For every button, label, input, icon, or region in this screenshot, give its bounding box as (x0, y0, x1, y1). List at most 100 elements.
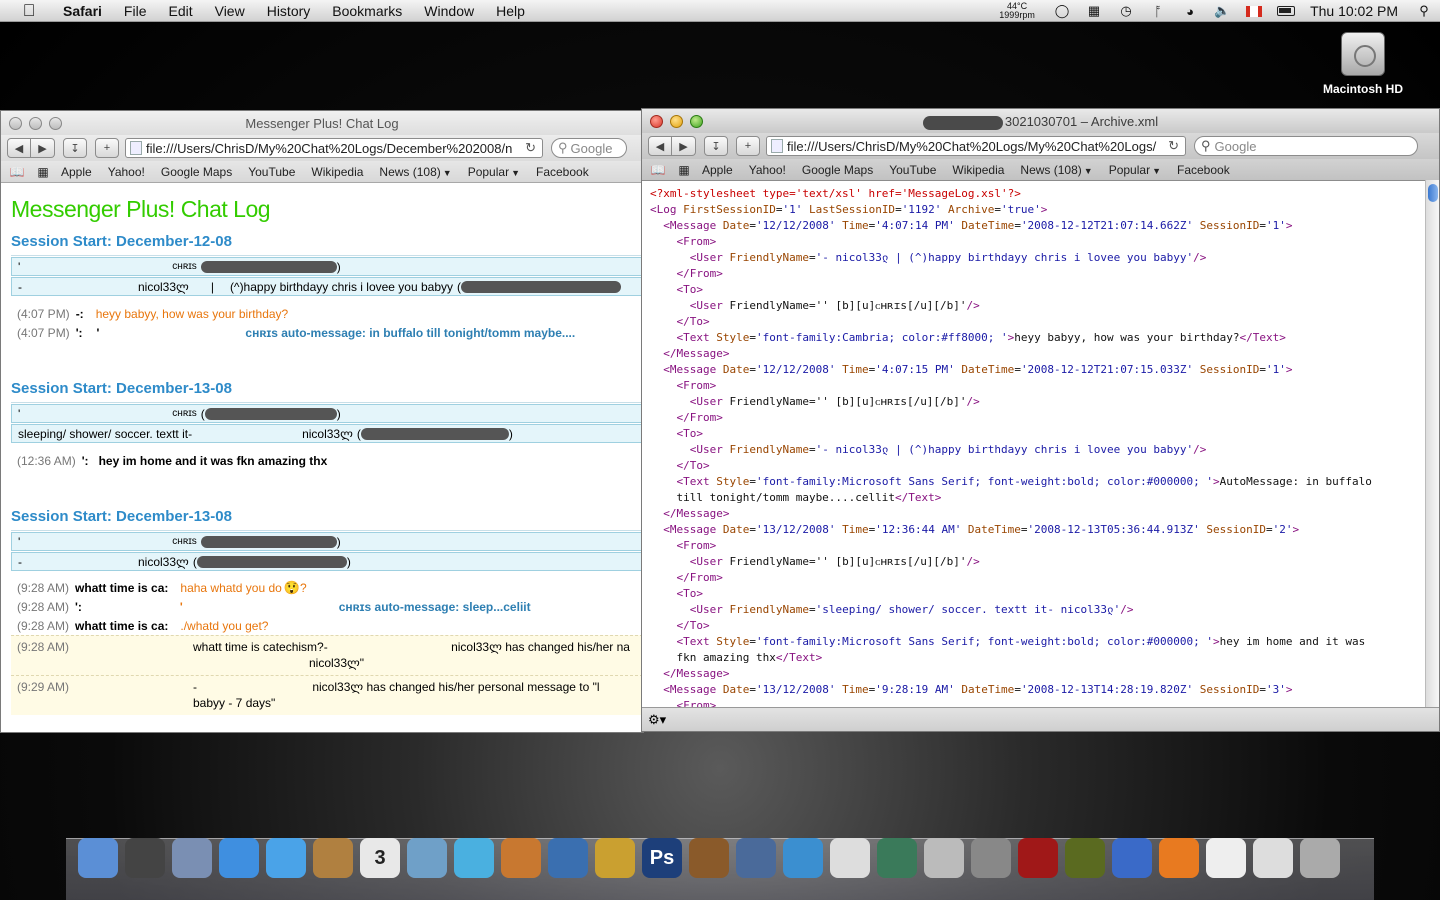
bookmark-google-maps[interactable]: Google Maps (161, 165, 232, 179)
bluetooth-icon[interactable]: ᚩ (1148, 2, 1168, 20)
search-field[interactable]: ⚲ Google (551, 138, 627, 158)
xml-line: <Log FirstSessionID='1' LastSessionID='1… (650, 203, 1048, 216)
apple-menu-icon[interactable]:  (18, 0, 40, 22)
wifi-icon[interactable]: ◕ (1180, 2, 1200, 20)
imovie-icon[interactable] (595, 838, 635, 878)
xml-line: fkn amazing thx</Text> (650, 651, 823, 664)
temperature-readout[interactable]: 44°C 1999rpm (994, 2, 1040, 20)
ichat-icon[interactable] (266, 838, 306, 878)
bookmark-wikipedia[interactable]: Wikipedia (952, 163, 1004, 177)
trash-icon[interactable] (1300, 838, 1340, 878)
menu-edit[interactable]: Edit (157, 3, 203, 19)
menu-file[interactable]: File (113, 3, 158, 19)
macintosh-hd-icon[interactable]: Macintosh HD (1316, 32, 1410, 96)
bookmark-wikipedia[interactable]: Wikipedia (311, 165, 363, 179)
system-message: (9:29 AM) - nicol33ლ has changed his/her… (11, 675, 643, 715)
add-bookmark-button[interactable]: ↧ (704, 136, 728, 156)
bookmark-news[interactable]: News (108) ▼ (1020, 163, 1092, 177)
search-field[interactable]: ⚲ Google (1194, 136, 1418, 156)
bookmark-apple[interactable]: Apple (702, 163, 733, 177)
iphoto-icon[interactable] (407, 838, 447, 878)
garageband-icon[interactable] (689, 838, 729, 878)
dashboard-icon[interactable] (125, 838, 165, 878)
menu-help[interactable]: Help (485, 3, 536, 19)
safari-icon[interactable] (219, 838, 259, 878)
time-machine-icon[interactable]: ◷ (1116, 2, 1136, 20)
bookmark-facebook[interactable]: Facebook (1177, 163, 1230, 177)
bookmark-yahoo[interactable]: Yahoo! (108, 165, 145, 179)
bookmark-popular[interactable]: Popular ▼ (468, 165, 520, 179)
message-sender: ': (75, 599, 82, 614)
volume-icon[interactable]: 🔈 (1212, 2, 1232, 20)
system-message-left: whatt time is catechism?- (193, 640, 328, 654)
xml-line: <From> (676, 379, 717, 392)
ical-icon[interactable]: 3 (360, 838, 400, 878)
left-title-bar[interactable]: Messenger Plus! Chat Log (1, 111, 643, 135)
bookmark-google-maps[interactable]: Google Maps (802, 163, 873, 177)
word-icon[interactable] (1112, 838, 1152, 878)
bookmark-popular[interactable]: Popular ▼ (1109, 163, 1161, 177)
spotlight-search-icon[interactable]: ⚲ (1414, 2, 1434, 20)
grid-icon[interactable]: ▦ (676, 163, 692, 177)
game-icon[interactable] (1065, 838, 1105, 878)
spaces-icon[interactable]: ▦ (1084, 2, 1104, 20)
reload-icon[interactable]: ↻ (525, 140, 536, 156)
new-tab-button[interactable]: + (95, 138, 119, 158)
time-machine-icon[interactable] (877, 838, 917, 878)
xml-line: <User FriendlyName='' [b][u]ᴄʜʀɪs[/u][/b… (689, 299, 980, 312)
right-title-bar[interactable]: 3021030701 – Archive.xml (642, 109, 1439, 133)
xml-line: <Text Style='font-family:Microsoft Sans … (676, 475, 1372, 488)
textedit-icon[interactable] (1206, 838, 1246, 878)
menu-window[interactable]: Window (413, 3, 485, 19)
system-preferences-icon[interactable] (971, 838, 1011, 878)
mail-icon[interactable] (172, 838, 212, 878)
vertical-scrollbar[interactable] (1425, 180, 1439, 707)
skype-icon[interactable] (830, 838, 870, 878)
bookmark-yahoo[interactable]: Yahoo! (749, 163, 786, 177)
reload-icon[interactable]: ↻ (1168, 138, 1179, 154)
address-bar[interactable]: file:///Users/ChrisD/My%20Chat%20Logs/De… (125, 138, 543, 158)
powerpoint-icon[interactable] (1159, 838, 1199, 878)
spaces-icon[interactable] (736, 838, 776, 878)
photo-booth-icon[interactable] (1018, 838, 1058, 878)
menu-bookmarks[interactable]: Bookmarks (321, 3, 413, 19)
left-toolbar: ◀ ▶ ↧ + file:///Users/ChrisD/My%20Chat%2… (1, 135, 643, 161)
chat-bubble-icon[interactable]: ◯ (1052, 2, 1072, 20)
dvd-player-icon[interactable] (548, 838, 588, 878)
clock[interactable]: Thu 10:02 PM (1310, 3, 1398, 19)
bookmark-youtube[interactable]: YouTube (889, 163, 936, 177)
bookmark-youtube[interactable]: YouTube (248, 165, 295, 179)
menu-history[interactable]: History (256, 3, 322, 19)
bookmark-news[interactable]: News (108) ▼ (379, 165, 451, 179)
preview-icon[interactable] (501, 838, 541, 878)
documents-stack-icon[interactable] (1253, 838, 1293, 878)
add-bookmark-button[interactable]: ↧ (63, 138, 87, 158)
book-icon[interactable]: 📖 (9, 165, 25, 179)
address-bar[interactable]: file:///Users/ChrisD/My%20Chat%20Logs/My… (766, 136, 1186, 156)
canada-flag-icon[interactable] (1244, 2, 1264, 20)
grid-icon[interactable]: ▦ (35, 165, 51, 179)
bookmark-facebook[interactable]: Facebook (536, 165, 589, 179)
menu-view[interactable]: View (204, 3, 256, 19)
msn-messenger-icon[interactable] (783, 838, 823, 878)
scroll-thumb[interactable] (1428, 184, 1438, 202)
back-button[interactable]: ◀ (7, 138, 31, 158)
back-button[interactable]: ◀ (648, 136, 672, 156)
menu-safari[interactable]: Safari (52, 3, 113, 19)
finder-icon[interactable] (78, 838, 118, 878)
popular-label: Popular (1108, 162, 1151, 177)
photoshop-icon[interactable]: Ps (642, 838, 682, 878)
gear-icon[interactable]: ⚙▾ (648, 712, 666, 728)
xml-line: <To> (676, 283, 704, 296)
bookmark-apple[interactable]: Apple (61, 165, 92, 179)
address-book-icon[interactable] (313, 838, 353, 878)
utility-icon[interactable] (924, 838, 964, 878)
book-icon[interactable]: 📖 (650, 163, 666, 177)
new-tab-button[interactable]: + (736, 136, 760, 156)
participant-prefix: ' (18, 406, 21, 421)
battery-icon[interactable] (1276, 2, 1296, 20)
forward-button[interactable]: ▶ (31, 138, 55, 158)
participant-name: ᴄʜʀɪs (172, 261, 197, 272)
forward-button[interactable]: ▶ (672, 136, 696, 156)
itunes-icon[interactable] (454, 838, 494, 878)
